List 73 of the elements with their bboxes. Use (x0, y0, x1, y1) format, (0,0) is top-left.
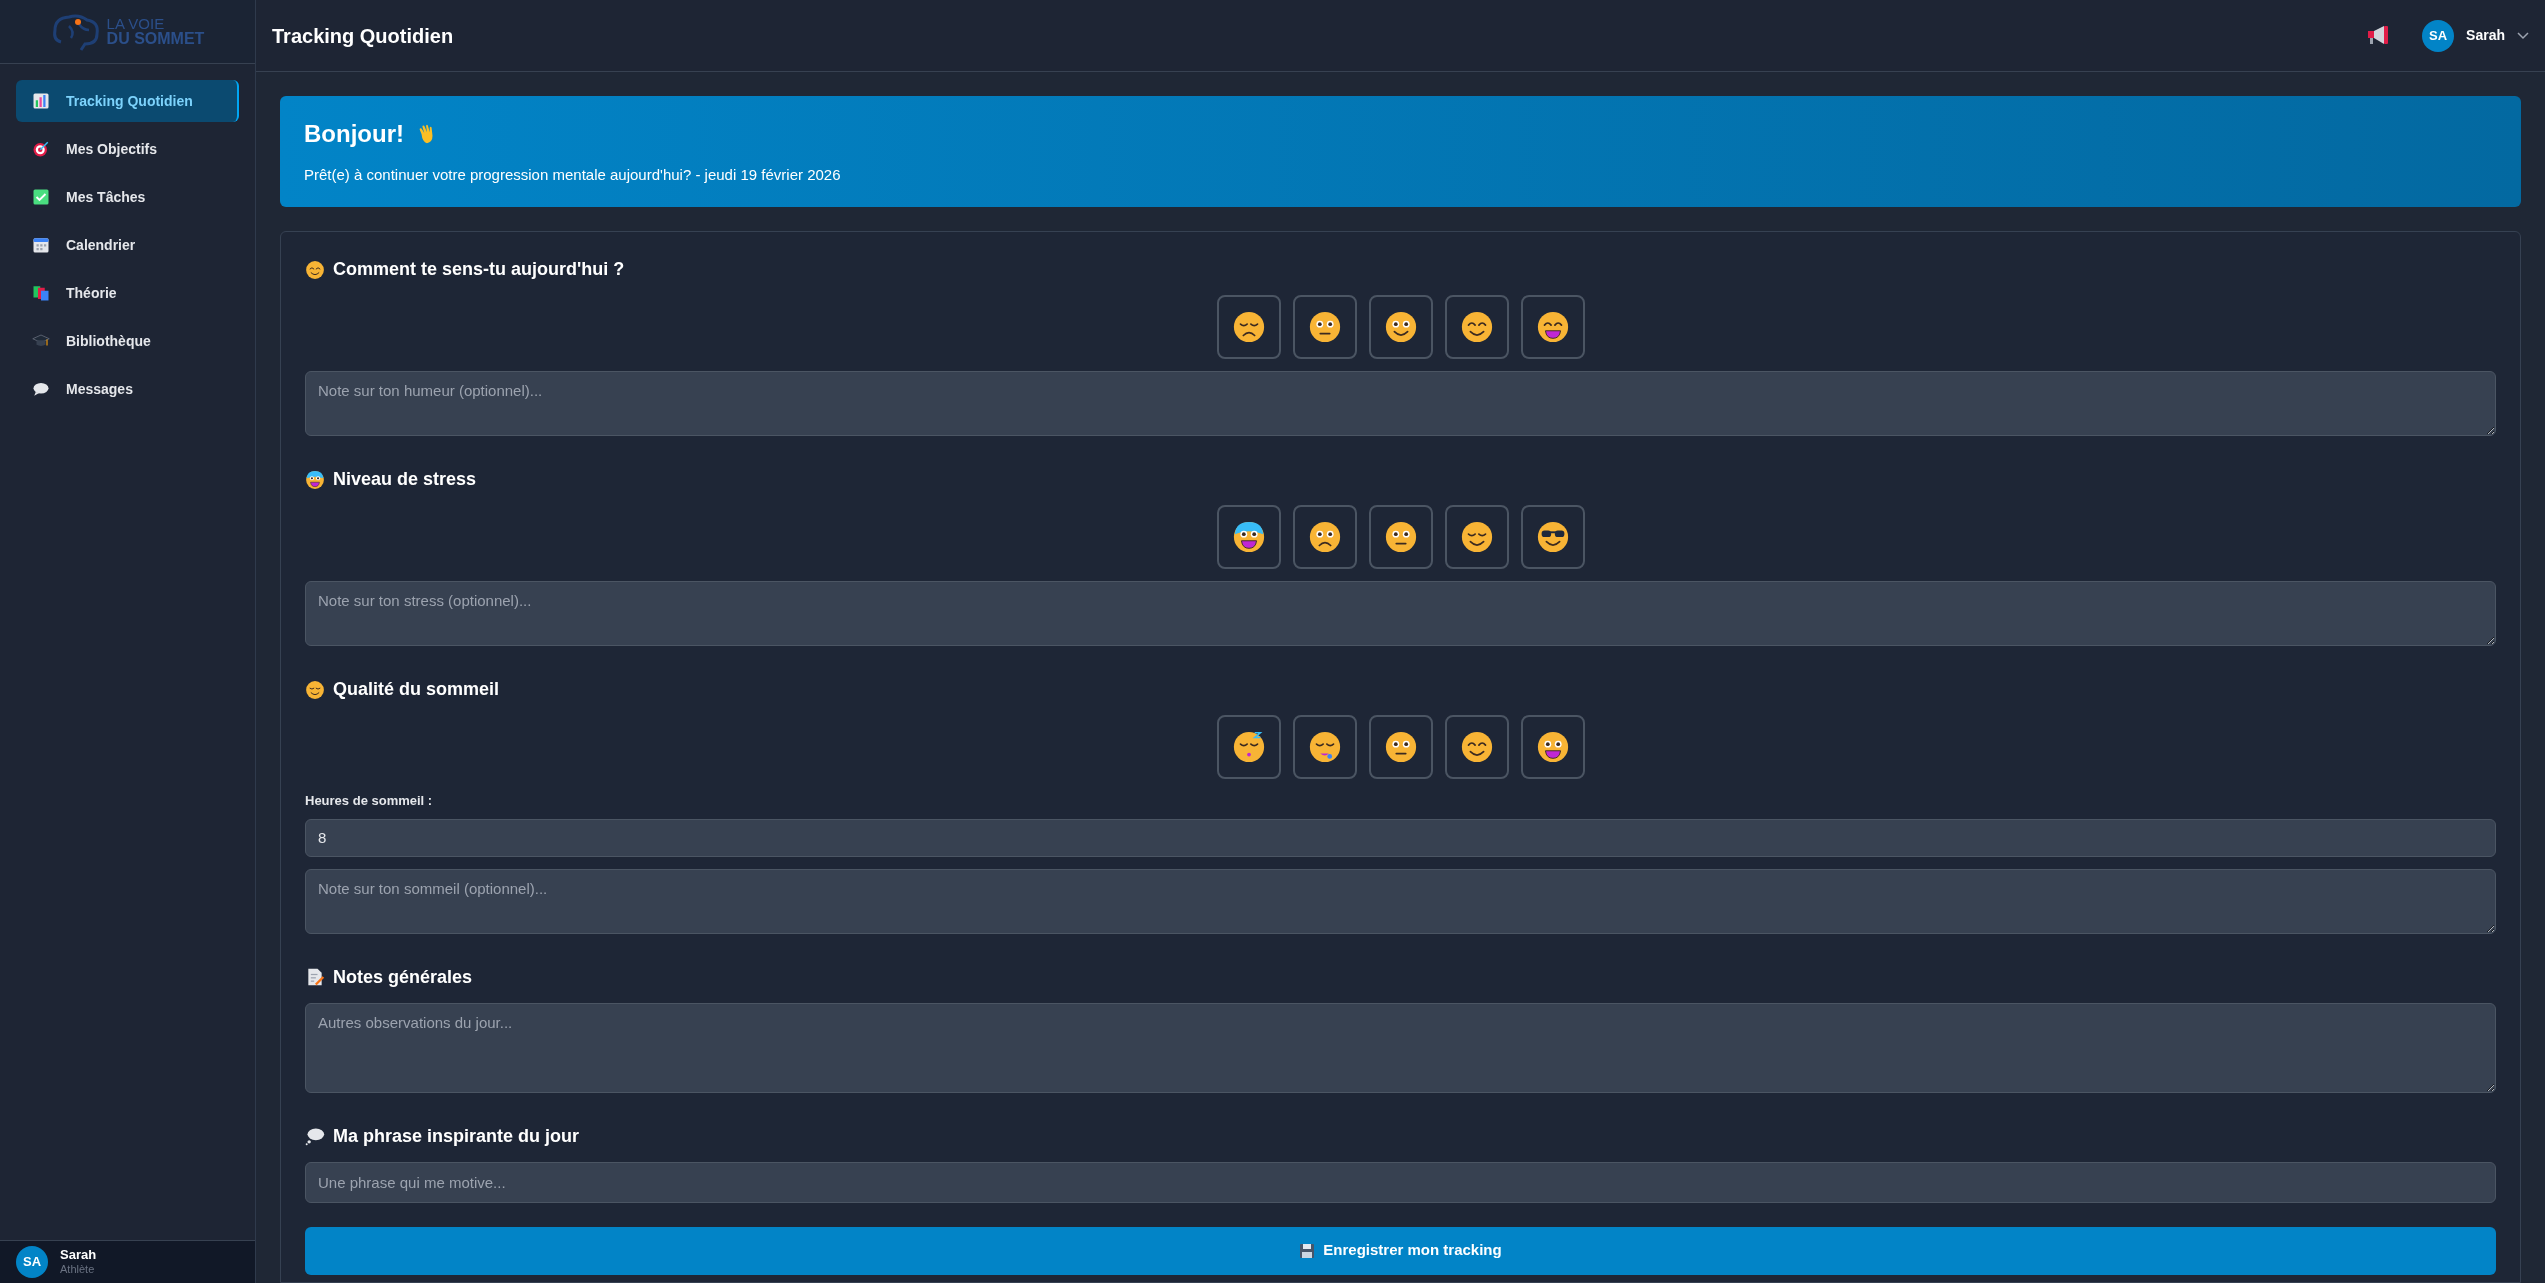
smiling-face-icon (1459, 730, 1494, 764)
logo-text: LA VOIE (106, 16, 166, 31)
notes-field[interactable]: Autres observations du jour... (305, 1002, 2496, 1093)
welcome-title: Bonjour! (304, 119, 404, 150)
note-field[interactable]: Note sur ton sommeil (optionnel)... (305, 868, 2496, 934)
field-label: Heures de sommeil : (305, 792, 434, 810)
smiling-face-icon (1459, 310, 1494, 344)
grinning-face-icon (1535, 730, 1570, 764)
section-title: Notes générales (333, 965, 473, 989)
nav-item[interactable]: Bibliothèque (16, 320, 239, 362)
emoji-button[interactable] (1444, 505, 1509, 569)
emoji-button[interactable] (1292, 715, 1357, 779)
emoji-button[interactable] (1292, 505, 1357, 569)
emoji-button[interactable] (1216, 295, 1281, 359)
user-name: Sarah (60, 1247, 97, 1264)
relieved-face-icon (1459, 520, 1494, 554)
nav-item[interactable]: Tracking Quotidien (16, 80, 239, 122)
nav-item[interactable]: Mes Tâches (16, 176, 239, 218)
user-avatar: SA (2422, 19, 2455, 52)
nav-item[interactable]: Messages (16, 368, 239, 410)
nav-item[interactable]: Mes Objectifs (16, 128, 239, 170)
emoji-button[interactable] (1444, 715, 1509, 779)
logo-text: DU SOMMET (106, 31, 205, 47)
user-role: Athlète (60, 1263, 96, 1277)
emoji-button[interactable] (1520, 715, 1585, 779)
quote-field[interactable]: Une phrase qui me motive... (305, 1161, 2496, 1203)
calendar-icon (32, 236, 50, 254)
nav-item[interactable]: Théorie (16, 272, 239, 314)
sad-face-icon (1231, 310, 1266, 344)
drooling-face-icon (1307, 730, 1342, 764)
emoji-button[interactable] (1444, 295, 1509, 359)
welcome-subtitle: Prêt(e) à continuer votre progression mentale aujourd'hui? - jeudi 19 février 2026 (304, 165, 842, 186)
user-avatar: SA (16, 1246, 48, 1278)
anxious-face-icon (1231, 520, 1266, 554)
hours-field[interactable]: 8 (305, 818, 2496, 857)
megaphone-icon[interactable] (2366, 24, 2391, 47)
emoji-button[interactable] (1368, 505, 1433, 569)
save-button[interactable]: Enregistrer mon tracking (305, 1226, 2496, 1275)
emoji-button[interactable] (1216, 505, 1281, 569)
grinning-face-icon (1535, 310, 1570, 344)
section-title: Qualité du sommeil (333, 678, 500, 701)
checkbox-icon (32, 188, 50, 206)
thought-bubble-icon (305, 1126, 325, 1146)
speech-bubble-icon (32, 380, 50, 398)
note-field[interactable]: Note sur ton humeur (optionnel)... (305, 371, 2496, 436)
sleepy-face-icon (305, 679, 325, 700)
emoji-button[interactable] (1520, 295, 1585, 359)
neutral-face-icon (1383, 520, 1418, 554)
nav-item[interactable]: Calendrier (16, 224, 239, 266)
emoji-button[interactable] (1216, 715, 1281, 779)
neutral-face-icon (1307, 310, 1342, 344)
worried-face-icon (1307, 520, 1342, 554)
chevron-down-icon (2517, 31, 2529, 40)
section-title: Comment te sens-tu aujourd'hui ? (333, 258, 625, 281)
emoji-button[interactable] (1292, 295, 1357, 359)
note-field[interactable]: Note sur ton stress (optionnel)... (305, 581, 2496, 646)
emoji-button[interactable] (1368, 715, 1433, 779)
user-menu[interactable]: SA Sarah (2422, 19, 2529, 52)
anxious-face-icon (305, 469, 325, 490)
emoji-button[interactable] (1520, 505, 1585, 569)
books-icon (32, 284, 50, 302)
bar-chart-icon (32, 92, 50, 110)
sunglasses-face-icon (1535, 520, 1570, 554)
neutral-face-icon (1383, 730, 1418, 764)
memo-icon (305, 967, 325, 987)
smiling-face-icon (1383, 310, 1418, 344)
emoji-button[interactable] (1368, 295, 1433, 359)
sleeping-face-icon (1231, 730, 1266, 764)
smiling-face-icon (305, 259, 325, 280)
target-icon (32, 140, 50, 158)
section-title: Ma phrase inspirante du jour (333, 1124, 580, 1148)
page-title: Tracking Quotidien (272, 23, 454, 49)
section-title: Niveau de stress (333, 468, 477, 491)
